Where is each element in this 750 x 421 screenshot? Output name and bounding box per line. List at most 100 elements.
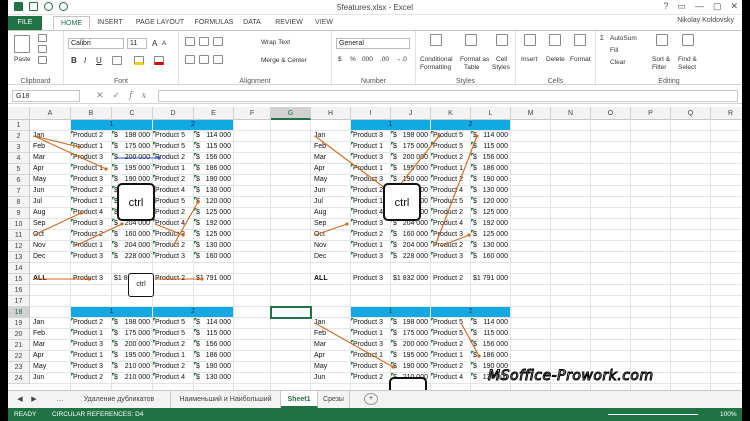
grow-font-button[interactable]: A bbox=[152, 39, 157, 48]
sort-filter-button[interactable]: Sort & bbox=[652, 56, 670, 63]
borders-icon[interactable] bbox=[112, 56, 122, 65]
sort-filter-button-2[interactable]: Filter bbox=[652, 64, 666, 71]
insert-cells-icon[interactable] bbox=[524, 34, 536, 46]
comma-button[interactable]: 000 bbox=[362, 56, 373, 63]
sheet-tab-remove-duplicates[interactable]: Удаление дубликатов bbox=[68, 391, 171, 408]
font-name-select[interactable]: Calibri bbox=[68, 38, 124, 49]
trace-arrow-line bbox=[154, 223, 184, 236]
decrease-decimal-button[interactable]: →.0 bbox=[395, 56, 407, 63]
format-painter-icon[interactable] bbox=[38, 56, 47, 64]
maximize-button[interactable]: ▢ bbox=[713, 1, 722, 12]
find-select-button-2[interactable]: Select bbox=[678, 64, 696, 71]
align-right-icon[interactable] bbox=[213, 55, 223, 64]
percent-button[interactable]: % bbox=[350, 56, 356, 63]
conditional-formatting-label[interactable]: Conditional bbox=[420, 56, 453, 63]
trace-arrows bbox=[33, 134, 481, 369]
fill-button[interactable]: Fill bbox=[610, 47, 618, 54]
tab-insert[interactable]: INSERT bbox=[93, 16, 127, 30]
cell-styles-icon[interactable] bbox=[496, 34, 508, 46]
formula-bar: G18 ✕✓fx bbox=[8, 88, 742, 104]
paste-icon[interactable] bbox=[14, 35, 30, 53]
conditional-formatting-label-2[interactable]: Formatting bbox=[420, 64, 451, 71]
align-left-icon[interactable] bbox=[185, 55, 195, 64]
format-as-table-label[interactable]: Format as bbox=[460, 56, 489, 63]
ribbon: Paste Clipboard Calibri 11 A A B I U Fon… bbox=[8, 30, 742, 86]
increase-decimal-button[interactable]: .00 bbox=[380, 56, 389, 63]
status-bar: READY CIRCULAR REFERENCES: D4 100% bbox=[8, 408, 742, 421]
align-top-icon[interactable] bbox=[185, 37, 195, 46]
tab-file[interactable]: FILE bbox=[8, 16, 42, 30]
tab-data[interactable]: DATA bbox=[238, 16, 266, 30]
insert-cells-button[interactable]: Insert bbox=[521, 56, 537, 63]
ctrl-key-overlay-right: ctrl bbox=[383, 183, 421, 221]
merge-center-button[interactable]: Merge & Center bbox=[261, 57, 307, 64]
ribbon-display-button[interactable]: ▭ bbox=[677, 1, 686, 12]
minimize-button[interactable]: — bbox=[695, 1, 704, 12]
cut-icon[interactable] bbox=[38, 34, 47, 42]
ctrl-key-overlay-bottom bbox=[389, 377, 427, 390]
sheet-tab-min-max[interactable]: Наименьший и Наибольший bbox=[171, 391, 281, 408]
name-box[interactable]: G18 bbox=[12, 90, 80, 102]
watermark: MSoffice-Prowork.com bbox=[488, 368, 654, 385]
sheet-tab-bar: ◀ ▶ … Удаление дубликатов Наименьший и Н… bbox=[8, 390, 742, 408]
italic-button[interactable]: I bbox=[84, 56, 86, 65]
font-size-select[interactable]: 11 bbox=[127, 38, 147, 49]
trace-arrow-line bbox=[314, 135, 390, 192]
enter-icon[interactable]: ✓ bbox=[113, 90, 130, 100]
find-select-button[interactable]: Find & bbox=[678, 56, 697, 63]
sort-filter-icon[interactable] bbox=[656, 34, 668, 46]
shrink-font-button[interactable]: A bbox=[162, 40, 166, 47]
format-as-table-label-2[interactable]: Table bbox=[464, 64, 480, 71]
sheet-tab-sheet1[interactable]: Sheet1 bbox=[281, 391, 318, 408]
tab-page-layout[interactable]: PAGE LAYOUT bbox=[130, 16, 190, 30]
format-as-table-icon[interactable] bbox=[465, 34, 477, 46]
help-button[interactable]: ? bbox=[663, 1, 668, 12]
user-name[interactable]: Nikolay Koldovsky bbox=[677, 17, 734, 24]
zoom-level[interactable]: 100% bbox=[720, 408, 737, 421]
ribbon-tabs: FILE HOME INSERT PAGE LAYOUT FORMULAS DA… bbox=[8, 15, 742, 30]
find-select-icon[interactable] bbox=[682, 34, 694, 46]
trace-arrow-head bbox=[196, 200, 200, 204]
cancel-icon[interactable]: ✕ bbox=[96, 90, 113, 100]
align-center-icon[interactable] bbox=[199, 55, 209, 64]
close-button[interactable]: ✕ bbox=[730, 1, 738, 12]
more-sheets-icon[interactable]: … bbox=[56, 391, 64, 408]
selected-cell-g18[interactable] bbox=[270, 306, 312, 319]
clear-button[interactable]: Clear bbox=[610, 59, 626, 66]
font-color-icon[interactable] bbox=[154, 56, 164, 65]
status-ready: READY bbox=[14, 411, 37, 418]
insert-function-button[interactable]: fx bbox=[129, 91, 155, 101]
align-bottom-icon[interactable] bbox=[213, 37, 223, 46]
wrap-text-button[interactable]: Wrap Text bbox=[261, 39, 290, 46]
scroll-left-icon[interactable]: ◀ bbox=[14, 391, 26, 408]
format-cells-icon[interactable] bbox=[574, 34, 586, 46]
trace-arrow-head bbox=[391, 365, 395, 369]
fill-color-icon[interactable] bbox=[134, 56, 144, 65]
trace-arrow-head bbox=[467, 233, 471, 237]
align-middle-icon[interactable] bbox=[199, 37, 209, 46]
trace-arrow-head bbox=[437, 134, 441, 138]
delete-cells-button[interactable]: Delete bbox=[546, 56, 565, 63]
cell-styles-label-2[interactable]: Styles bbox=[492, 64, 510, 71]
scroll-right-icon[interactable]: ▶ bbox=[28, 391, 40, 408]
cell-styles-label[interactable]: Cell bbox=[496, 56, 507, 63]
currency-button[interactable]: $ bbox=[338, 56, 342, 63]
title-bar: 5features.xlsx - Excel ? ▭ — ▢ ✕ bbox=[8, 0, 742, 15]
zoom-slider[interactable] bbox=[608, 414, 698, 415]
conditional-formatting-icon[interactable] bbox=[430, 34, 442, 46]
tab-formulas[interactable]: FORMULAS bbox=[192, 16, 236, 30]
number-format-select[interactable]: General bbox=[336, 38, 410, 49]
new-sheet-button[interactable]: + bbox=[364, 393, 378, 405]
formula-input[interactable] bbox=[158, 90, 738, 102]
copy-icon[interactable] bbox=[38, 45, 47, 53]
bold-button[interactable]: B bbox=[71, 56, 77, 65]
worksheet-grid[interactable]: ABCDEFGHIJKLMNOPQRS 12345678910111213141… bbox=[8, 107, 742, 390]
delete-cells-icon[interactable] bbox=[549, 34, 561, 46]
format-cells-button[interactable]: Format bbox=[570, 56, 591, 63]
tab-home[interactable]: HOME bbox=[53, 16, 90, 30]
autosum-button[interactable]: AutoSum bbox=[610, 35, 637, 42]
sheet-tab-slicers[interactable]: Срезы bbox=[318, 391, 350, 408]
tab-review[interactable]: REVIEW bbox=[270, 16, 308, 30]
underline-button[interactable]: U bbox=[96, 56, 102, 65]
tab-view[interactable]: VIEW bbox=[310, 16, 338, 30]
